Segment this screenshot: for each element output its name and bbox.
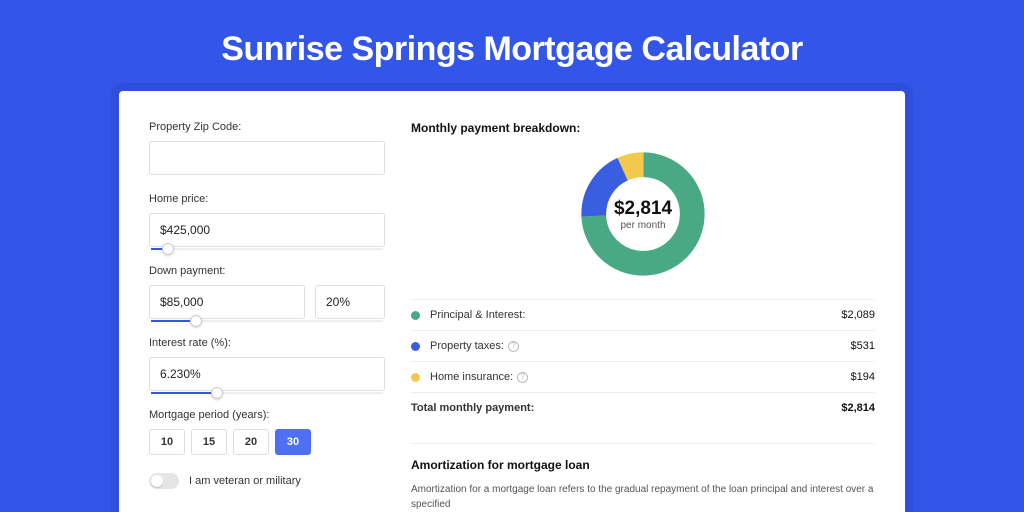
legend-row: Property taxes:?$531 <box>411 331 875 362</box>
legend-value: $2,089 <box>841 309 875 321</box>
down-field: Down payment: <box>149 265 385 319</box>
legend-swatch <box>411 342 420 351</box>
veteran-toggle[interactable] <box>149 473 179 489</box>
legend-label: Home insurance:? <box>430 371 851 383</box>
down-pct-input[interactable] <box>315 285 385 319</box>
zip-field: Property Zip Code: <box>149 121 385 175</box>
payment-donut-chart: $2,814 per month <box>578 149 708 279</box>
legend-total-row: Total monthly payment:$2,814 <box>411 393 875 423</box>
down-slider[interactable] <box>149 319 385 323</box>
slider-thumb[interactable] <box>211 387 223 399</box>
price-slider[interactable] <box>149 247 385 251</box>
zip-input[interactable] <box>149 141 385 175</box>
veteran-label: I am veteran or military <box>189 475 301 487</box>
period-label: Mortgage period (years): <box>149 409 385 421</box>
legend-value: $531 <box>851 340 875 352</box>
down-label: Down payment: <box>149 265 385 277</box>
price-input[interactable] <box>149 213 385 247</box>
legend-total-label: Total monthly payment: <box>411 402 841 414</box>
period-button-20[interactable]: 20 <box>233 429 269 455</box>
amortization-section: Amortization for mortgage loan Amortizat… <box>411 443 875 512</box>
rate-input[interactable] <box>149 357 385 391</box>
veteran-row: I am veteran or military <box>149 473 385 489</box>
period-button-15[interactable]: 15 <box>191 429 227 455</box>
help-icon[interactable]: ? <box>517 372 528 383</box>
price-label: Home price: <box>149 193 385 205</box>
help-icon[interactable]: ? <box>508 341 519 352</box>
rate-field: Interest rate (%): <box>149 337 385 391</box>
calculator-card: Property Zip Code: Home price: Down paym… <box>119 91 905 512</box>
period-field: Mortgage period (years): 10152030 <box>149 409 385 455</box>
page-title: Sunrise Springs Mortgage Calculator <box>0 0 1024 91</box>
inputs-panel: Property Zip Code: Home price: Down paym… <box>149 121 385 512</box>
slider-thumb[interactable] <box>162 243 174 255</box>
legend-swatch <box>411 373 420 382</box>
legend-value: $194 <box>851 371 875 383</box>
results-panel: Monthly payment breakdown: $2,814 per mo… <box>411 121 875 512</box>
legend-label: Property taxes:? <box>430 340 851 352</box>
period-button-10[interactable]: 10 <box>149 429 185 455</box>
slider-thumb[interactable] <box>190 315 202 327</box>
period-button-30[interactable]: 30 <box>275 429 311 455</box>
legend-label: Principal & Interest: <box>430 309 841 321</box>
amortization-title: Amortization for mortgage loan <box>411 458 875 472</box>
zip-label: Property Zip Code: <box>149 121 385 133</box>
legend-swatch <box>411 311 420 320</box>
donut-sub: per month <box>620 220 665 231</box>
legend-row: Principal & Interest:$2,089 <box>411 300 875 331</box>
price-field: Home price: <box>149 193 385 247</box>
legend: Principal & Interest:$2,089Property taxe… <box>411 299 875 423</box>
rate-label: Interest rate (%): <box>149 337 385 349</box>
donut-wrap: $2,814 per month <box>411 149 875 279</box>
donut-amount: $2,814 <box>614 198 672 220</box>
rate-slider[interactable] <box>149 391 385 395</box>
legend-total-value: $2,814 <box>841 402 875 414</box>
amortization-body: Amortization for a mortgage loan refers … <box>411 482 875 512</box>
down-amount-input[interactable] <box>149 285 305 319</box>
legend-row: Home insurance:?$194 <box>411 362 875 393</box>
breakdown-title: Monthly payment breakdown: <box>411 121 875 135</box>
